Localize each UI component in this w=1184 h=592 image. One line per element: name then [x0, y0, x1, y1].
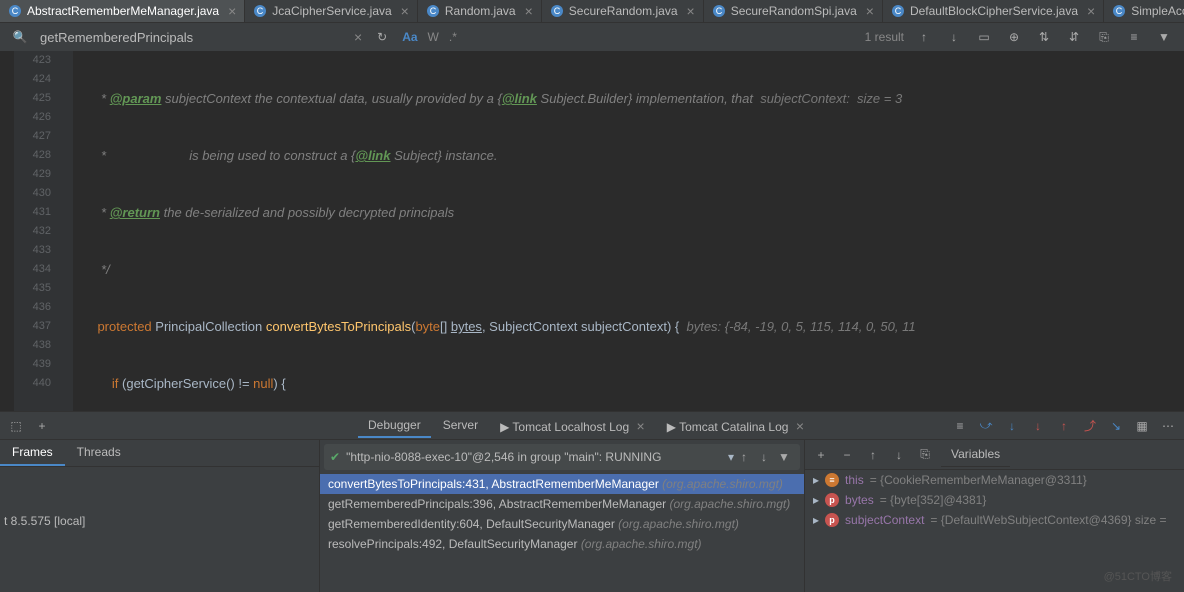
words-toggle[interactable]: W	[428, 30, 439, 44]
editor-tabs: CAbstractRememberMeManager.java× CJcaCip…	[0, 0, 1184, 23]
close-icon[interactable]: ×	[228, 3, 236, 19]
close-icon[interactable]: ×	[401, 3, 409, 19]
tab-debugger[interactable]: Debugger	[358, 414, 431, 438]
find-bar: 🔍 × ↻ Aa W .* 1 result ↑ ↓ ▭ ⊕ ⇅ ⇵ ⎘ ≡ ▼	[0, 23, 1184, 51]
search-icon: 🔍	[10, 27, 30, 47]
tab-file[interactable]: CDefaultBlockCipherService.java×	[883, 0, 1104, 22]
result-count: 1 result	[865, 30, 904, 44]
debug-panel: ⬚ + Debugger Server ▶ Tomcat Localhost L…	[0, 411, 1184, 592]
remove-watch-icon[interactable]: −	[837, 445, 857, 465]
tab-file[interactable]: CSimpleAccount	[1104, 0, 1184, 22]
svg-text:C: C	[257, 6, 264, 16]
fold-column[interactable]	[59, 51, 73, 411]
close-icon[interactable]: ×	[866, 3, 874, 19]
code-area[interactable]: * @param subjectContext the contextual d…	[73, 51, 1184, 411]
funnel-icon[interactable]: ▼	[774, 447, 794, 467]
add-icon[interactable]: +	[32, 416, 52, 436]
tab-file[interactable]: CRandom.java×	[418, 0, 542, 22]
java-class-icon: C	[253, 4, 267, 18]
expand-icon[interactable]: ▸	[813, 473, 819, 487]
svg-text:C: C	[554, 6, 561, 16]
param-icon: p	[825, 493, 839, 507]
tab-file[interactable]: CSecureRandom.java×	[542, 0, 704, 22]
find-input[interactable]	[40, 30, 340, 45]
evaluate-icon[interactable]: ▦	[1132, 416, 1152, 436]
step-out-icon[interactable]: ↑	[1054, 416, 1074, 436]
add-watch-icon[interactable]: +	[811, 445, 831, 465]
svg-text:C: C	[430, 6, 437, 16]
tab-file[interactable]: CSecureRandomSpi.java×	[704, 0, 883, 22]
filter-icon[interactable]: ⇵	[1064, 27, 1084, 47]
stack-frame[interactable]: getRememberedPrincipals:396, AbstractRem…	[320, 494, 804, 514]
svg-text:C: C	[12, 6, 19, 16]
tab-server[interactable]: Server	[433, 414, 488, 438]
tomcat-icon: ▶	[500, 420, 509, 434]
variable-row[interactable]: ▸pbytes = {byte[352]@4381}	[805, 490, 1184, 510]
watermark: @51CTO博客	[1104, 568, 1172, 584]
tab-frames[interactable]: Frames	[0, 440, 65, 466]
funnel-icon[interactable]: ▼	[1154, 27, 1174, 47]
tab-localhost-log[interactable]: ▶ Tomcat Localhost Log ×	[490, 414, 655, 438]
svg-text:C: C	[895, 6, 902, 16]
layout-icon[interactable]: ⬚	[6, 416, 26, 436]
tab-file[interactable]: CJcaCipherService.java×	[245, 0, 418, 22]
java-class-icon: C	[426, 4, 440, 18]
frame-list: convertBytesToPrincipals:431, AbstractRe…	[320, 474, 804, 554]
copy-icon[interactable]: ⎘	[915, 445, 935, 465]
left-strip	[0, 51, 14, 411]
show-exec-icon[interactable]: ≡	[950, 416, 970, 436]
prev-match-icon[interactable]: ↑	[914, 27, 934, 47]
close-icon[interactable]: ×	[796, 418, 804, 434]
force-step-into-icon[interactable]: ↓	[1028, 416, 1048, 436]
clear-icon[interactable]: ×	[354, 29, 362, 45]
java-class-icon: C	[891, 4, 905, 18]
next-match-icon[interactable]: ↓	[944, 27, 964, 47]
drop-frame-icon[interactable]: ⤴	[1080, 416, 1100, 436]
close-icon[interactable]: ×	[1087, 3, 1095, 19]
up-icon[interactable]: ↑	[863, 445, 883, 465]
step-into-icon[interactable]: ↓	[1002, 416, 1022, 436]
svg-text:C: C	[1116, 6, 1123, 16]
check-icon: ✔	[330, 450, 340, 464]
svg-text:C: C	[715, 6, 722, 16]
close-icon[interactable]: ×	[637, 418, 645, 434]
tab-threads[interactable]: Threads	[65, 440, 133, 466]
line-gutter: 4234244254264274284294304314324334344354…	[14, 51, 59, 411]
history-icon[interactable]: ↻	[372, 27, 392, 47]
tab-catalina-log[interactable]: ▶ Tomcat Catalina Log ×	[657, 414, 814, 438]
close-icon[interactable]: ×	[525, 3, 533, 19]
select-all-icon[interactable]: ▭	[974, 27, 994, 47]
close-icon[interactable]: ×	[687, 3, 695, 19]
java-class-icon: C	[1112, 4, 1126, 18]
java-class-icon: C	[8, 4, 22, 18]
match-case-toggle[interactable]: Aa	[402, 30, 417, 44]
expand-icon[interactable]: ▸	[813, 513, 819, 527]
tomcat-icon: ▶	[667, 420, 676, 434]
export-icon[interactable]: ⎘	[1094, 27, 1114, 47]
param-icon: p	[825, 513, 839, 527]
stack-frame[interactable]: convertBytesToPrincipals:431, AbstractRe…	[320, 474, 804, 494]
run-to-cursor-icon[interactable]: ↘	[1106, 416, 1126, 436]
filter-icon[interactable]: ⇅	[1034, 27, 1054, 47]
regex-toggle[interactable]: .*	[449, 30, 457, 44]
next-frame-icon[interactable]: ↓	[754, 447, 774, 467]
this-icon: ≡	[825, 473, 839, 487]
step-over-icon[interactable]: ⤻	[976, 416, 996, 436]
java-class-icon: C	[712, 4, 726, 18]
prev-frame-icon[interactable]: ↑	[734, 447, 754, 467]
variable-row[interactable]: ▸≡this = {CookieRememberMeManager@3311}	[805, 470, 1184, 490]
java-class-icon: C	[550, 4, 564, 18]
server-label: t 8.5.575 [local]	[0, 510, 89, 532]
settings-icon[interactable]: ≡	[1124, 27, 1144, 47]
trace-icon[interactable]: ⋯	[1158, 416, 1178, 436]
stack-frame[interactable]: resolvePrincipals:492, DefaultSecurityMa…	[320, 534, 804, 554]
tab-file[interactable]: CAbstractRememberMeManager.java×	[0, 0, 245, 22]
expand-icon[interactable]: ▸	[813, 493, 819, 507]
stack-frame[interactable]: getRememberedIdentity:604, DefaultSecuri…	[320, 514, 804, 534]
variable-row[interactable]: ▸psubjectContext = {DefaultWebSubjectCon…	[805, 510, 1184, 530]
add-selection-icon[interactable]: ⊕	[1004, 27, 1024, 47]
down-icon[interactable]: ↓	[889, 445, 909, 465]
code-editor: 4234244254264274284294304314324334344354…	[0, 51, 1184, 411]
thread-selector[interactable]: ✔ "http-nio-8088-exec-10"@2,546 in group…	[324, 444, 800, 470]
